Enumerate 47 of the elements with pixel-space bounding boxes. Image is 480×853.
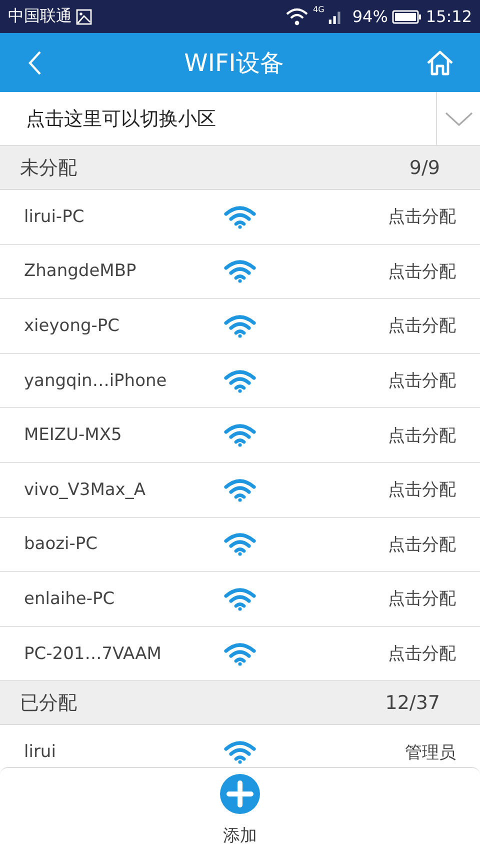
wifi-icon [224, 423, 256, 448]
assign-link[interactable]: 点击分配 [388, 424, 456, 447]
screen-title: WIFI设备 [184, 48, 284, 78]
wifi-icon [224, 368, 256, 393]
section-title: 未分配 [20, 156, 77, 180]
wifi-icon [285, 8, 310, 26]
device-name: ZhangdeMBP [24, 261, 138, 282]
wifi-icon [224, 204, 256, 229]
assign-link[interactable]: 点击分配 [388, 478, 456, 502]
assign-link[interactable]: 点击分配 [388, 369, 456, 392]
assign-link[interactable]: 点击分配 [388, 532, 456, 556]
assign-link[interactable]: 点击分配 [388, 314, 456, 338]
assign-link[interactable]: 点击分配 [388, 587, 456, 610]
device-name: lirui-PC [24, 206, 86, 227]
image-icon [76, 8, 92, 24]
section-count: 12/37 [385, 692, 440, 714]
wifi-icon [224, 478, 256, 502]
clock-time: 15:12 [426, 7, 472, 26]
device-name: vivo_V3Max_A [24, 480, 146, 500]
carrier-name: 中国联通 [8, 6, 72, 27]
wifi-icon [224, 314, 256, 338]
battery-percent: 94% [352, 7, 388, 26]
home-icon[interactable] [426, 50, 454, 76]
wifi-icon [224, 642, 256, 666]
device-name: lirui [24, 742, 57, 762]
device-name: xieyong-PC [24, 316, 121, 336]
wifi-icon [224, 740, 256, 764]
add-label[interactable]: 添加 [223, 824, 257, 847]
device-name: baozi-PC [24, 534, 99, 554]
device-name: PC-201…7VAAM [24, 644, 162, 664]
assign-link[interactable]: 管理员 [405, 740, 456, 764]
dropdown-icon[interactable] [444, 112, 472, 126]
back-icon[interactable] [28, 50, 42, 76]
device-name: enlaihe-PC [24, 588, 116, 609]
wifi-icon [224, 532, 256, 556]
section-count: 9/9 [409, 156, 440, 178]
device-name: yangqin…iPhone [24, 370, 168, 391]
battery-icon [392, 10, 422, 24]
section-title: 已分配 [20, 690, 77, 716]
device-name: MEIZU-MX5 [24, 425, 123, 446]
assign-link[interactable]: 点击分配 [388, 205, 456, 228]
network-type: 4G [313, 5, 324, 14]
wifi-icon [224, 259, 256, 284]
assign-link[interactable]: 点击分配 [388, 260, 456, 283]
add-icon[interactable] [220, 774, 260, 814]
wifi-icon [224, 586, 256, 611]
assign-link[interactable]: 点击分配 [388, 642, 456, 666]
